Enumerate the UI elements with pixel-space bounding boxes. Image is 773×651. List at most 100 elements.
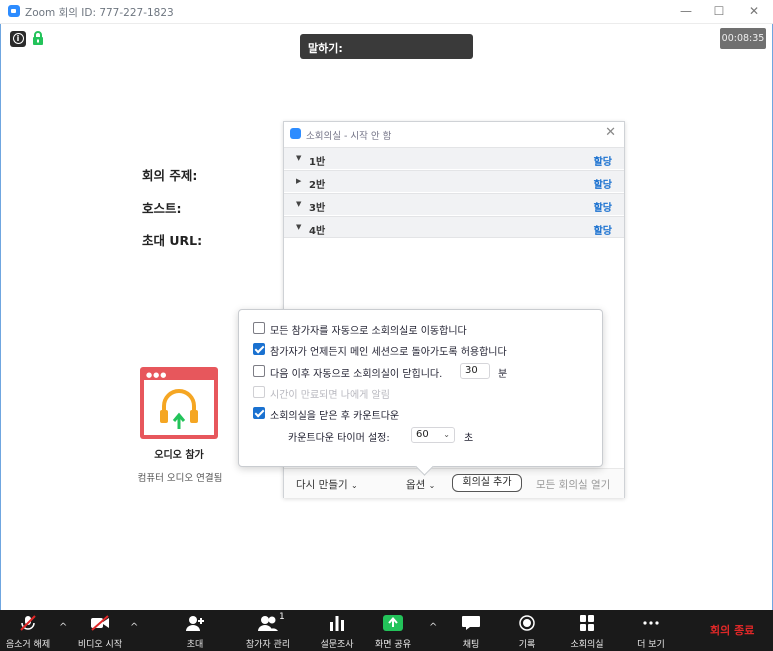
- breakout-options-popup: 모든 참가자를 자동으로 소회의실로 이동합니다 참가자가 언제든지 메인 세션…: [238, 309, 603, 467]
- countdown-timer-label: 카운트다운 타이머 설정:: [288, 433, 390, 444]
- end-meeting-button[interactable]: 회의 종료: [710, 622, 754, 638]
- meeting-info-icon[interactable]: i: [10, 31, 26, 47]
- more-label: 더 보기: [637, 640, 665, 650]
- options-button[interactable]: 옵션 ⌄: [406, 477, 435, 492]
- caret-right-icon[interactable]: ▶: [296, 177, 301, 185]
- participants-label: 참가자 관리: [245, 640, 291, 650]
- share-options-caret-icon[interactable]: ^: [429, 622, 437, 633]
- speaking-label: 말하기:: [308, 42, 343, 55]
- minutes-unit: 분: [498, 369, 508, 380]
- meeting-timer: 00:08:35: [720, 28, 766, 49]
- option-label: 소회의실을 닫은 후 카운트다운: [270, 411, 400, 422]
- close-icon[interactable]: ✕: [605, 125, 616, 140]
- more-dots-icon: [643, 621, 659, 625]
- lock-icon[interactable]: [32, 31, 44, 46]
- breakout-room-row[interactable]: ▼ 1반 할당: [284, 147, 624, 169]
- breakout-room-row[interactable]: ▼ 3반 할당: [284, 193, 624, 215]
- assign-link[interactable]: 할당: [594, 222, 612, 237]
- maximize-button[interactable]: ☐: [709, 3, 729, 19]
- more-button[interactable]: 더 보기: [628, 610, 674, 651]
- window-dots-icon: ●●●: [146, 371, 168, 379]
- checkbox-disabled: [253, 386, 265, 398]
- option-label: 모든 참가자를 자동으로 소회의실로 이동합니다: [270, 326, 467, 337]
- caret-down-icon[interactable]: ▼: [296, 200, 301, 208]
- checkbox[interactable]: [253, 322, 265, 334]
- recreate-button[interactable]: 다시 만들기 ⌄: [296, 477, 358, 492]
- host-label: 호스트:: [142, 201, 182, 216]
- window-titlebar: Zoom 회의 ID: 777-227-1823 — ☐ ✕: [0, 0, 773, 24]
- polling-button[interactable]: 설문조사: [314, 610, 360, 651]
- breakout-rooms-label: 소회의실: [570, 640, 604, 650]
- chevron-down-icon: ⌄: [350, 481, 358, 490]
- close-window-button[interactable]: ✕: [744, 3, 764, 19]
- chevron-down-icon: ⌄: [443, 430, 450, 439]
- share-screen-button[interactable]: 화면 공유: [370, 610, 416, 651]
- microphone-muted-icon: [20, 615, 36, 631]
- join-audio-card[interactable]: ●●●: [140, 367, 218, 439]
- minimize-button[interactable]: —: [676, 3, 696, 19]
- add-user-icon: [186, 616, 204, 631]
- seconds-unit: 초: [464, 433, 474, 444]
- window-title: Zoom 회의 ID: 777-227-1823: [25, 7, 174, 19]
- option-label: 다음 이후 자동으로 소회의실이 닫힙니다.: [270, 369, 443, 380]
- open-all-rooms-button[interactable]: 모든 회의실 열기: [536, 477, 610, 492]
- room-name: 4반: [309, 226, 326, 237]
- assign-link[interactable]: 할당: [594, 153, 612, 168]
- option-label: 시간이 만료되면 나에게 알림: [270, 390, 390, 401]
- chat-button[interactable]: 채팅: [448, 610, 494, 651]
- room-name: 1반: [309, 157, 326, 168]
- zoom-app-icon: [290, 128, 301, 139]
- bar-chart-icon: [330, 616, 344, 631]
- computer-audio-status: 컴퓨터 오디오 연결됨: [137, 473, 223, 484]
- countdown-seconds-select[interactable]: 60 ⌄: [411, 427, 455, 443]
- share-screen-icon: [383, 615, 403, 631]
- record-button[interactable]: 기록: [504, 610, 550, 651]
- breakout-rooms-button[interactable]: 소회의실: [562, 610, 612, 651]
- record-icon: [519, 615, 535, 631]
- breakout-dialog-footer: 다시 만들기 ⌄ 옵션 ⌄ 회의실 추가 모든 회의실 열기: [284, 468, 624, 498]
- auto-close-minutes-input[interactable]: 30: [460, 363, 490, 379]
- record-label: 기록: [518, 640, 536, 650]
- chevron-down-icon: ⌄: [428, 481, 436, 490]
- countdown-value: 60: [416, 429, 429, 440]
- window-border-left: [0, 24, 1, 610]
- start-video-button[interactable]: 비디오 시작: [72, 610, 128, 651]
- share-screen-label: 화면 공유: [375, 640, 411, 650]
- video-options-caret-icon[interactable]: ^: [130, 622, 138, 633]
- audio-options-caret-icon[interactable]: ^: [59, 622, 67, 633]
- meeting-toolbar: 음소거 해제 ^ 비디오 시작 ^ 초대 1 참가자 관리 설문조사 화면 공유…: [0, 610, 773, 651]
- unmute-button[interactable]: 음소거 해제: [0, 610, 56, 651]
- polling-label: 설문조사: [320, 640, 354, 650]
- caret-down-icon[interactable]: ▼: [296, 223, 301, 231]
- chat-bubble-icon: [462, 616, 480, 630]
- breakout-room-row[interactable]: ▶ 2반 할당: [284, 170, 624, 192]
- meeting-topic-label: 회의 주제:: [142, 168, 198, 183]
- invite-button[interactable]: 초대: [172, 610, 218, 651]
- room-name: 3반: [309, 203, 326, 214]
- room-name: 2반: [309, 180, 326, 191]
- participants-button[interactable]: 1 참가자 관리: [237, 610, 299, 651]
- option-label: 참가자가 언제든지 메인 세션으로 돌아가도록 허용합니다: [270, 347, 507, 358]
- invite-url-label: 초대 URL:: [142, 233, 203, 248]
- checkbox-checked[interactable]: [253, 343, 265, 355]
- assign-link[interactable]: 할당: [594, 176, 612, 191]
- start-video-label: 비디오 시작: [77, 640, 123, 650]
- video-camera-off-icon: [91, 615, 109, 631]
- caret-down-icon[interactable]: ▼: [296, 154, 301, 162]
- invite-label: 초대: [186, 640, 204, 650]
- checkbox[interactable]: [253, 365, 265, 377]
- assign-link[interactable]: 할당: [594, 199, 612, 214]
- breakout-dialog-titlebar: 소회의실 - 시작 안 함 ✕: [284, 122, 624, 146]
- join-audio-label[interactable]: 오디오 참가: [140, 446, 218, 461]
- chat-label: 채팅: [462, 640, 480, 650]
- add-room-button[interactable]: 회의실 추가: [452, 474, 522, 492]
- speaking-indicator: 말하기:: [300, 34, 473, 59]
- breakout-dialog-title: 소회의실 - 시작 안 함: [306, 131, 392, 142]
- checkbox-checked[interactable]: [253, 407, 265, 419]
- zoom-app-icon: [8, 5, 20, 17]
- breakout-room-row[interactable]: ▼ 4반 할당: [284, 216, 624, 238]
- options-label: 옵션: [406, 479, 426, 491]
- unmute-label: 음소거 해제: [5, 640, 51, 650]
- headphone-icon: [160, 389, 198, 429]
- participants-icon: [258, 616, 278, 631]
